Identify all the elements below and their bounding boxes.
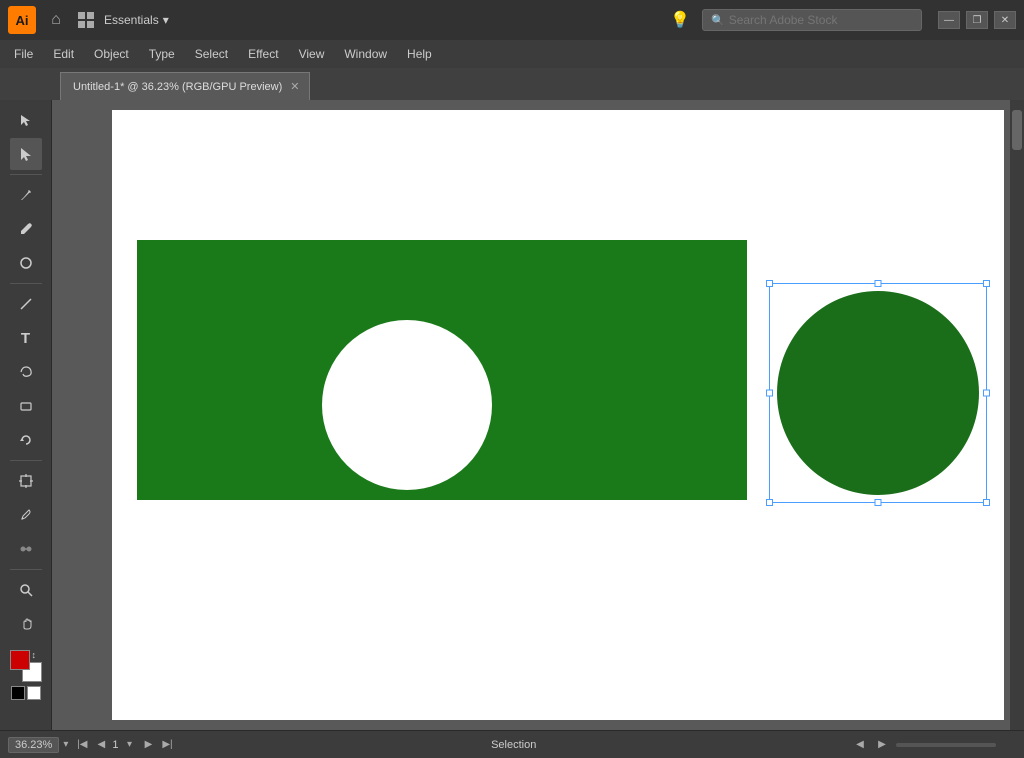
workspace-icon (76, 10, 96, 30)
toolbar-divider-2 (10, 283, 42, 284)
canvas-area[interactable] (52, 100, 1024, 730)
tab-label: Untitled-1* @ 36.23% (RGB/GPU Preview) (73, 81, 282, 93)
main-area: T ↕ (0, 100, 1024, 730)
arrow-tool[interactable] (10, 104, 42, 136)
workspace-switcher[interactable]: Essentials ▾ (104, 13, 169, 27)
nav-prev-button[interactable]: ◀ (93, 737, 109, 753)
menu-file[interactable]: File (4, 43, 43, 65)
zoom-value[interactable]: 36.23% (8, 737, 59, 753)
selection-handle-top-left[interactable] (766, 280, 773, 287)
search-box[interactable]: 🔍 (702, 9, 922, 31)
tab-close-button[interactable]: ✕ (290, 80, 299, 93)
status-slider[interactable] (896, 743, 996, 747)
status-left-arrow[interactable]: ◀ (852, 737, 868, 753)
selection-handle-middle-left[interactable] (766, 390, 773, 397)
workspace-label: Essentials (104, 13, 159, 27)
title-bar: Ai ⌂ Essentials ▾ 💡 🔍 — ❐ ✕ (0, 0, 1024, 40)
eraser-tool[interactable] (10, 390, 42, 422)
toolbar-divider (10, 174, 42, 175)
status-text: Selection (181, 739, 846, 751)
eyedropper-tool[interactable] (10, 499, 42, 531)
toolbar-divider-4 (10, 569, 42, 570)
swap-colors[interactable]: ↕ (32, 650, 42, 660)
lasso-tool[interactable] (10, 356, 42, 388)
ellipse-tool[interactable] (10, 247, 42, 279)
zoom-display: 36.23% ▾ (8, 737, 68, 753)
nav-next-button[interactable]: ▶ (140, 737, 156, 753)
flag-rectangle (137, 240, 747, 500)
type-tool[interactable]: T (10, 322, 42, 354)
scroll-thumb[interactable] (1012, 110, 1022, 150)
document-tab[interactable]: Untitled-1* @ 36.23% (RGB/GPU Preview) ✕ (60, 72, 310, 100)
nav-first-button[interactable]: |◀ (74, 737, 90, 753)
menu-select[interactable]: Select (185, 43, 238, 65)
app-logo: Ai (8, 6, 36, 34)
zoom-tool[interactable] (10, 574, 42, 606)
selection-handle-bottom-right[interactable] (983, 499, 990, 506)
menu-help[interactable]: Help (397, 43, 442, 65)
home-button[interactable]: ⌂ (44, 8, 68, 32)
foreground-color[interactable] (10, 650, 30, 670)
color-white[interactable] (27, 686, 41, 700)
selected-circle-wrapper[interactable] (769, 283, 987, 503)
select-tool[interactable] (10, 138, 42, 170)
selection-handle-bottom-left[interactable] (766, 499, 773, 506)
menu-effect[interactable]: Effect (238, 43, 288, 65)
close-button[interactable]: ✕ (994, 11, 1016, 29)
color-black[interactable] (11, 686, 25, 700)
menu-object[interactable]: Object (84, 43, 139, 65)
minimize-button[interactable]: — (938, 11, 960, 29)
canvas (112, 110, 1004, 720)
menu-type[interactable]: Type (139, 43, 185, 65)
menu-bar: File Edit Object Type Select Effect View… (0, 40, 1024, 68)
tab-bar: Untitled-1* @ 36.23% (RGB/GPU Preview) ✕ (0, 68, 1024, 100)
page-navigation: |◀ ◀ 1 ▾ ▶ ▶| (74, 737, 175, 753)
page-number: 1 (112, 739, 118, 751)
status-right-arrow[interactable]: ▶ (874, 737, 890, 753)
window-controls: — ❐ ✕ (938, 11, 1016, 29)
selection-handle-middle-right[interactable] (983, 390, 990, 397)
menu-window[interactable]: Window (334, 43, 397, 65)
nav-last-button[interactable]: ▶| (159, 737, 175, 753)
pen-tool[interactable] (10, 179, 42, 211)
lightbulb-button[interactable]: 💡 (666, 6, 694, 34)
search-input[interactable] (729, 13, 909, 27)
workspace-arrow: ▾ (163, 13, 169, 27)
search-icon: 🔍 (711, 14, 725, 27)
right-scrollbar[interactable] (1010, 100, 1024, 730)
flag-circle (322, 320, 492, 490)
status-slider-area (896, 743, 1016, 747)
toolbar-divider-3 (10, 460, 42, 461)
zoom-dropdown[interactable]: ▾ (63, 739, 68, 750)
restore-button[interactable]: ❐ (966, 11, 988, 29)
hand-tool[interactable] (10, 608, 42, 640)
selection-handle-top-right[interactable] (983, 280, 990, 287)
left-toolbar: T ↕ (0, 100, 52, 730)
line-tool[interactable] (10, 288, 42, 320)
menu-edit[interactable]: Edit (43, 43, 84, 65)
selected-circle (777, 291, 979, 495)
selection-handle-bottom-middle[interactable] (875, 499, 882, 506)
color-indicator[interactable]: ↕ (10, 650, 42, 682)
artboard-tool[interactable] (10, 465, 42, 497)
menu-view[interactable]: View (289, 43, 335, 65)
rotate-tool[interactable] (10, 424, 42, 456)
status-bar: 36.23% ▾ |◀ ◀ 1 ▾ ▶ ▶| Selection ◀ ▶ (0, 730, 1024, 758)
pencil-tool[interactable] (10, 213, 42, 245)
blend-tool[interactable] (10, 533, 42, 565)
page-dropdown-arrow[interactable]: ▾ (121, 737, 137, 753)
selection-handle-top-middle[interactable] (875, 280, 882, 287)
